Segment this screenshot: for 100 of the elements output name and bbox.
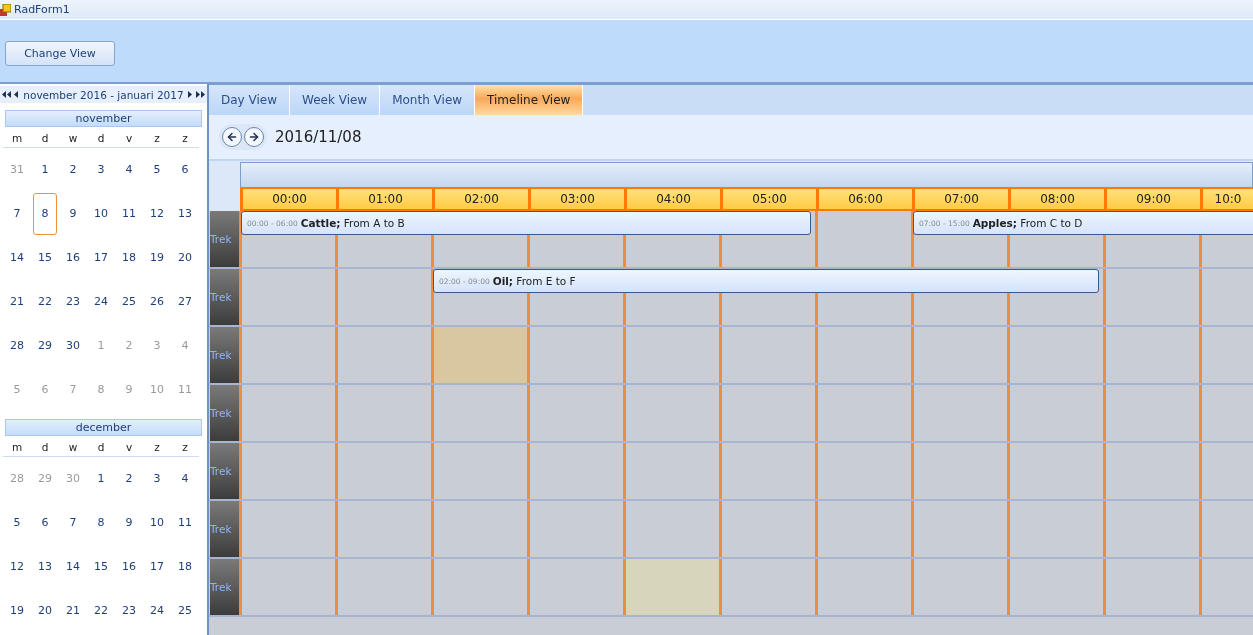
calendar-day[interactable]: 20	[33, 590, 57, 632]
calendar-day[interactable]: 17	[145, 546, 169, 588]
calendar-day[interactable]: 15	[89, 546, 113, 588]
calendar-day[interactable]: 14	[61, 546, 85, 588]
time-header: 09:00	[1104, 187, 1200, 211]
time-header: 00:00	[240, 187, 336, 211]
time-header: 07:00	[912, 187, 1008, 211]
calendar-day[interactable]: 6	[173, 149, 197, 191]
calendar-day[interactable]: 27	[173, 281, 197, 323]
view-tab[interactable]: Month View	[380, 85, 476, 115]
window-title: RadForm1	[14, 3, 70, 16]
weekday-label: z	[171, 129, 199, 148]
calendar-day[interactable]: 8	[89, 502, 113, 544]
calendar-day[interactable]: 12	[145, 193, 169, 235]
calendar-day[interactable]: 10	[145, 502, 169, 544]
calendar-day[interactable]: 5	[5, 502, 29, 544]
calendar-day[interactable]: 19	[5, 590, 29, 632]
resource-label: Trek	[210, 327, 239, 383]
calendar-day[interactable]: 15	[33, 237, 57, 279]
calendar-day[interactable]: 16	[61, 237, 85, 279]
calendar-day[interactable]: 4	[117, 149, 141, 191]
calendar-day[interactable]: 1	[89, 458, 113, 500]
view-tab[interactable]: Week View	[290, 85, 381, 115]
weekday-label: d	[87, 129, 115, 148]
current-date: 2016/11/08	[275, 128, 362, 146]
time-header: 01:00	[336, 187, 432, 211]
month-title: november	[5, 110, 202, 127]
left-arrow-icon[interactable]	[14, 91, 19, 98]
appointment-title: Oil; From E to F	[492, 275, 576, 287]
time-header: 10:0	[1200, 187, 1253, 211]
calendar-day[interactable]: 18	[117, 237, 141, 279]
calendar-day[interactable]: 26	[145, 281, 169, 323]
calendar-day[interactable]: 21	[61, 590, 85, 632]
weekday-label: z	[143, 438, 171, 457]
weekday-label: w	[59, 438, 87, 457]
view-tab[interactable]: Timeline View	[475, 85, 584, 115]
calendar-day[interactable]: 25	[117, 281, 141, 323]
weekday-label: z	[171, 438, 199, 457]
app-icon	[0, 3, 11, 16]
time-header: 03:00	[528, 187, 624, 211]
calendar-day[interactable]: 7	[5, 193, 29, 235]
right-arrow-icon[interactable]	[188, 91, 193, 98]
calendar-day[interactable]: 20	[173, 237, 197, 279]
calendar-day[interactable]: 4	[173, 458, 197, 500]
calendar-day[interactable]: 3	[89, 149, 113, 191]
calendar-day[interactable]: 22	[33, 281, 57, 323]
time-slot[interactable]	[623, 559, 719, 615]
double-left-arrow-icon[interactable]	[2, 91, 11, 98]
calendar-day[interactable]: 16	[117, 546, 141, 588]
calendar-range: november 2016 - januari 2017	[23, 88, 184, 101]
calendar-day[interactable]: 24	[89, 281, 113, 323]
calendar-day[interactable]: 17	[89, 237, 113, 279]
calendar-day[interactable]: 11	[173, 502, 197, 544]
calendar-day[interactable]: 9	[117, 502, 141, 544]
time-header: 06:00	[816, 187, 912, 211]
calendar-day[interactable]: 11	[117, 193, 141, 235]
resource-label: Trek	[210, 559, 239, 615]
change-view-button[interactable]: Change View	[5, 40, 115, 66]
calendar-day[interactable]: 18	[173, 546, 197, 588]
time-header: 05:00	[720, 187, 816, 211]
calendar-day[interactable]: 19	[145, 237, 169, 279]
time-slot[interactable]	[431, 327, 527, 383]
calendar-day[interactable]: 21	[5, 281, 29, 323]
weekday-label: d	[87, 438, 115, 457]
time-header: 02:00	[432, 187, 528, 211]
calendar-day[interactable]: 23	[117, 590, 141, 632]
calendar-day[interactable]: 2	[61, 149, 85, 191]
calendar-day[interactable]: 2	[117, 458, 141, 500]
calendar-day[interactable]: 13	[173, 193, 197, 235]
calendar-day[interactable]: 8	[33, 193, 57, 235]
resource-label: Trek	[210, 269, 239, 325]
calendar-day[interactable]: 9	[61, 193, 85, 235]
calendar-day[interactable]: 6	[33, 502, 57, 544]
appointment-title: Cattle; From A to B	[300, 217, 405, 229]
calendar-day[interactable]: 1	[33, 149, 57, 191]
calendar-day[interactable]: 22	[89, 590, 113, 632]
weekday-label: v	[115, 129, 143, 148]
calendar-day[interactable]: 30	[61, 325, 85, 367]
calendar-day[interactable]: 13	[33, 546, 57, 588]
calendar-day[interactable]: 23	[61, 281, 85, 323]
calendar-day[interactable]: 25	[173, 590, 197, 632]
calendar-day[interactable]: 29	[33, 325, 57, 367]
calendar-day[interactable]: 12	[5, 546, 29, 588]
calendar-day[interactable]: 14	[5, 237, 29, 279]
calendar-day[interactable]: 24	[145, 590, 169, 632]
calendar-day[interactable]: 28	[5, 325, 29, 367]
weekday-label: w	[59, 129, 87, 148]
time-header: 04:00	[624, 187, 720, 211]
weekday-label: d	[31, 129, 59, 148]
calendar-day[interactable]: 7	[61, 502, 85, 544]
double-right-arrow-icon[interactable]	[196, 91, 205, 98]
resource-label: Trek	[210, 385, 239, 441]
view-tab[interactable]: Day View	[209, 85, 290, 115]
weekday-label: z	[143, 129, 171, 148]
calendar-day[interactable]: 5	[145, 149, 169, 191]
time-header: 08:00	[1008, 187, 1104, 211]
calendar-day[interactable]: 10	[89, 193, 113, 235]
month-title: december	[5, 419, 202, 436]
calendar-day[interactable]: 3	[145, 458, 169, 500]
resource-label: Trek	[210, 443, 239, 499]
